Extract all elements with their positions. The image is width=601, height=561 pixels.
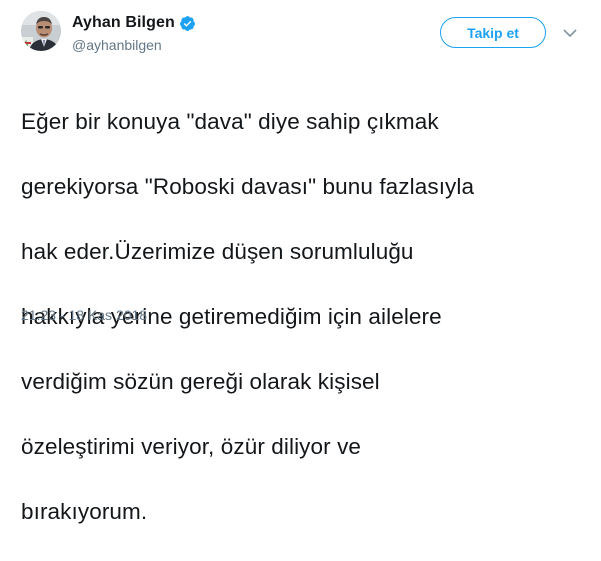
author-display-name[interactable]: Ayhan Bilgen [72, 14, 175, 32]
avatar[interactable] [21, 11, 61, 51]
author-name-row: Ayhan Bilgen [72, 13, 196, 33]
tweet-text-line: verdiğim sözün gereği olarak kişisel [21, 368, 380, 394]
avatar-photo [21, 11, 61, 51]
tweet-text-line: gerekiyorsa "Roboski davası" bunu fazlas… [21, 173, 475, 199]
author-info: Ayhan Bilgen @ayhanbilgen [72, 13, 196, 53]
tweet-timestamp[interactable]: 21:23 - 18 Kas 2018 [21, 307, 147, 323]
author-handle[interactable]: @ayhanbilgen [72, 37, 196, 53]
tweet-text-line: özeleştirimi veriyor, özür diliyor ve [21, 433, 362, 459]
tweet-text-line: bırakıyorum. [21, 498, 148, 524]
tweet-text-line: Eğer bir konuya "dava" diye sahip çıkmak [21, 108, 439, 134]
tweet-card: Ayhan Bilgen @ayhanbilgen Takip et Eğer … [0, 0, 601, 524]
verified-badge-icon [179, 15, 196, 32]
chevron-down-icon[interactable] [563, 26, 577, 38]
follow-button[interactable]: Takip et [440, 17, 546, 48]
tweet-text-line: hak eder.Üzerimize düşen sorumluluğu [21, 238, 414, 264]
